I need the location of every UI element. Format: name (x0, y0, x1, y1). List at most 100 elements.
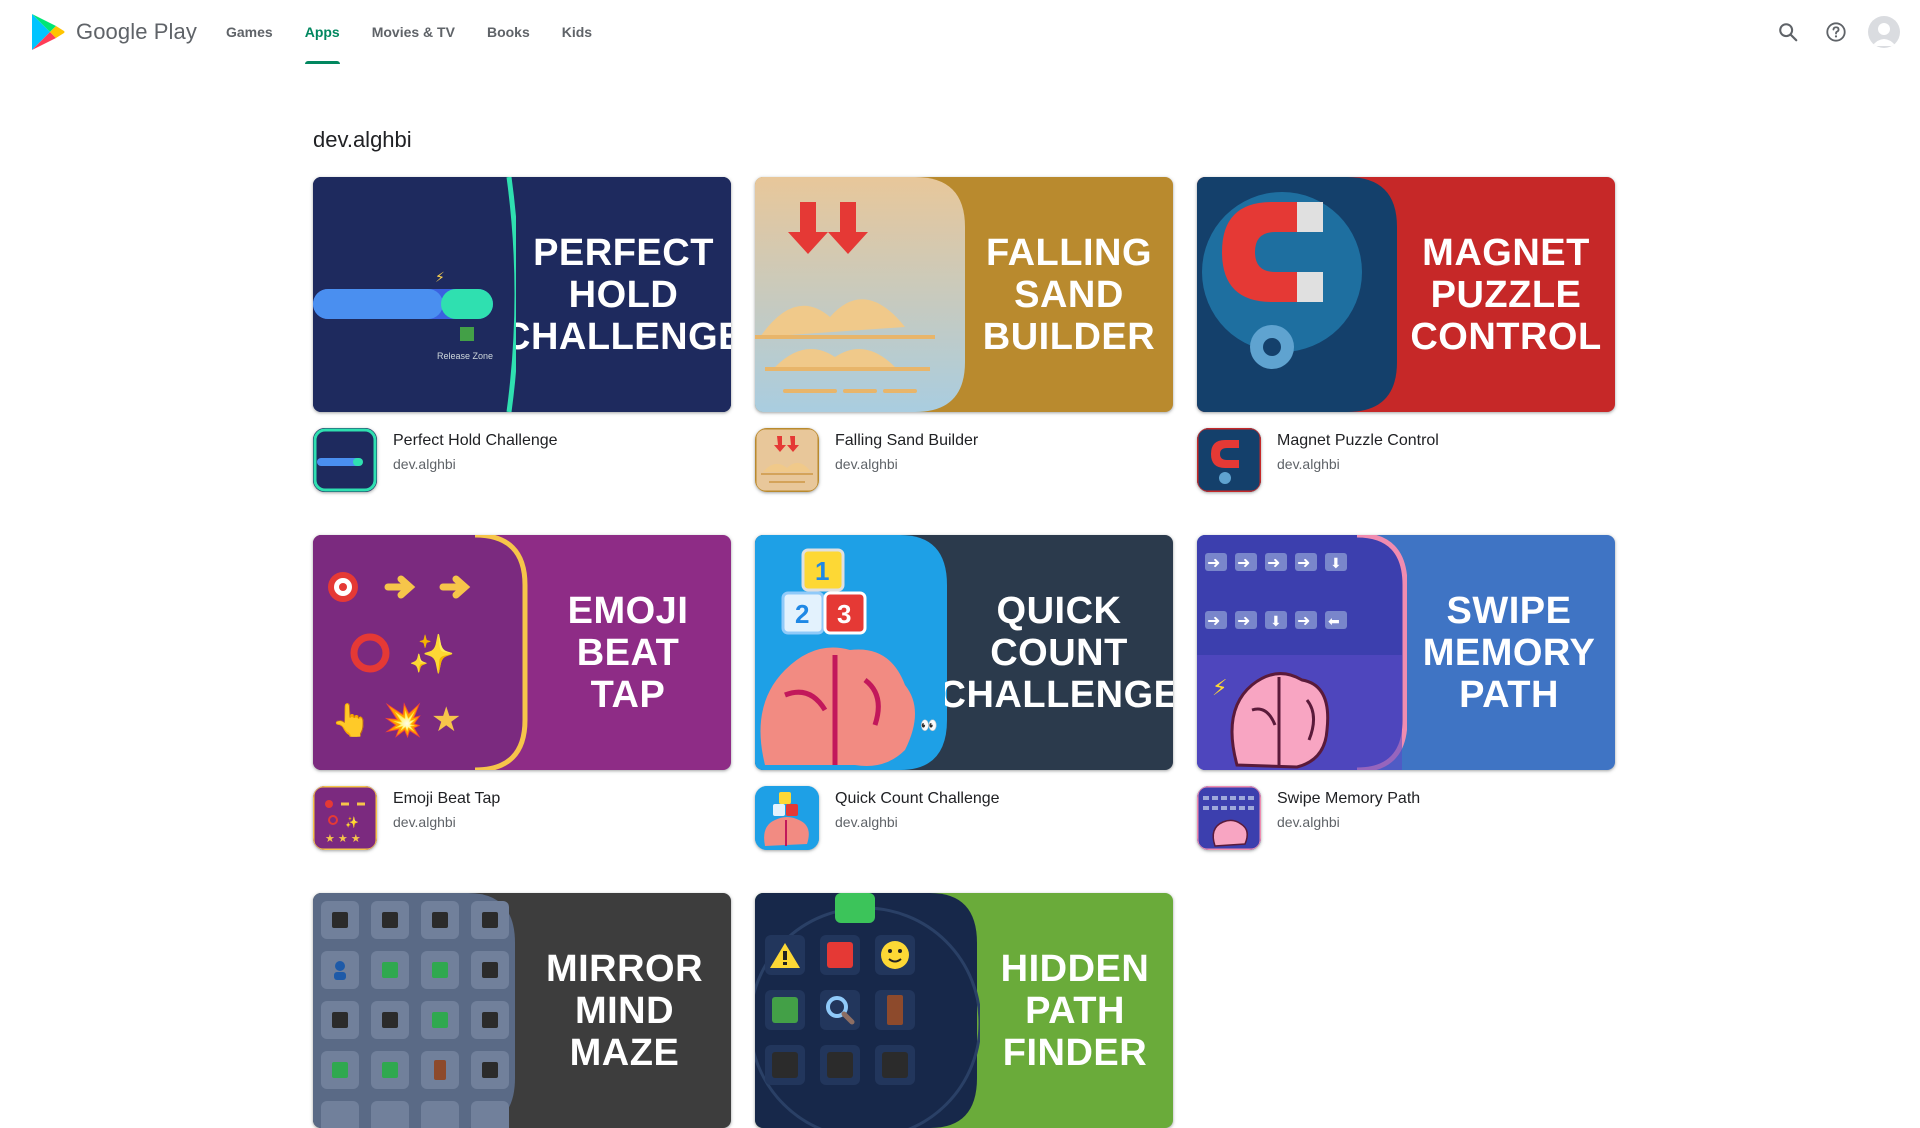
nav-tab-books[interactable]: Books (471, 0, 546, 64)
app-meta: Swipe Memory Path dev.alghbi (1197, 786, 1615, 850)
app-banner[interactable]: ✨ 👆 💥 ★ EMOJI BEAT TAP (313, 535, 731, 770)
app-developer[interactable]: dev.alghbi (393, 454, 558, 474)
maze-grid-illustration (313, 893, 515, 1128)
svg-text:👀: 👀 (920, 717, 937, 733)
quick-count-app-icon (755, 786, 819, 850)
banner-title: HIDDEN PATH FINDER (1000, 947, 1150, 1074)
nav-tab-games[interactable]: Games (210, 0, 289, 64)
brand-name: Google Play (76, 19, 197, 44)
svg-text:1: 1 (815, 556, 829, 586)
app-developer[interactable]: dev.alghbi (1277, 454, 1439, 474)
app-meta: Magnet Puzzle Control dev.alghbi (1197, 428, 1615, 492)
app-card[interactable]: 1 2 3 👀 QUICK COUNT CHALLENGE Quick Coun… (755, 535, 1173, 850)
svg-text:⬇: ⬇ (1330, 555, 1342, 571)
search-button[interactable] (1768, 12, 1808, 52)
svg-text:★ ★ ★: ★ ★ ★ (325, 833, 361, 845)
banner-title: SWIPE MEMORY PATH (1422, 589, 1596, 716)
svg-text:⚡: ⚡ (435, 269, 445, 285)
account-button[interactable] (1864, 12, 1904, 52)
play-triangle-icon (32, 14, 65, 50)
user-silhouette-icon (1872, 23, 1896, 46)
banner-title: PERFECT HOLD CHALLENGE (516, 177, 731, 412)
svg-text:➜: ➜ (1237, 613, 1250, 630)
svg-text:➜: ➜ (1207, 613, 1220, 630)
brain-blocks-illustration: 1 2 3 👀 (755, 535, 947, 770)
app-developer[interactable]: dev.alghbi (393, 812, 500, 832)
app-icon[interactable] (755, 428, 819, 492)
app-name[interactable]: Quick Count Challenge (835, 788, 1000, 810)
apps-grid: ⚡ Release Zone PERFECT HOLD CHALLENGE Pe… (313, 177, 1615, 1128)
app-icon[interactable]: ✨ ★ ★ ★ (313, 786, 377, 850)
app-banner[interactable]: MAGNET PUZZLE CONTROL (1197, 177, 1615, 412)
app-card[interactable]: ➜ ➜ ➜ ➜ ⬇ ➜ ➜ ⬇ ➜ ⬅ ⚡ SWIPE MEMORY PATH (1197, 535, 1615, 850)
top-app-bar: Google Play Games Apps Movies & TV Books… (0, 0, 1920, 64)
svg-text:⬇: ⬇ (1270, 613, 1282, 629)
google-play-logo[interactable]: Google Play (30, 12, 197, 52)
app-name[interactable]: Perfect Hold Challenge (393, 430, 558, 452)
app-developer[interactable]: dev.alghbi (835, 454, 978, 474)
app-meta: Perfect Hold Challenge dev.alghbi (313, 428, 731, 492)
banner-title: QUICK COUNT CHALLENGE (945, 589, 1173, 716)
app-card[interactable]: MIRROR MIND MAZE (313, 893, 731, 1128)
app-name[interactable]: Falling Sand Builder (835, 430, 978, 452)
app-banner[interactable]: MIRROR MIND MAZE (313, 893, 731, 1128)
app-banner[interactable]: FALLING SAND BUILDER (755, 177, 1173, 412)
svg-text:⚡: ⚡ (1212, 675, 1227, 700)
swipe-arrows-illustration: ➜ ➜ ➜ ➜ ⬇ ➜ ➜ ⬇ ➜ ⬅ ⚡ (1197, 535, 1407, 770)
svg-text:Release Zone: Release Zone (437, 351, 493, 361)
svg-text:2: 2 (795, 599, 809, 629)
app-icon[interactable] (313, 428, 377, 492)
app-icon[interactable] (755, 786, 819, 850)
banner-title: FALLING SAND BUILDER (982, 231, 1156, 358)
app-meta: Quick Count Challenge dev.alghbi (755, 786, 1173, 850)
app-icon[interactable] (1197, 786, 1261, 850)
banner-title: MIRROR MIND MAZE (545, 947, 704, 1074)
app-icon[interactable] (1197, 428, 1261, 492)
magnet-illustration (1197, 177, 1397, 412)
svg-text:★: ★ (431, 701, 461, 739)
search-icon (1779, 23, 1798, 42)
svg-text:➜: ➜ (1267, 555, 1280, 572)
developer-page-title: dev.alghbi (313, 127, 412, 152)
app-card[interactable]: FALLING SAND BUILDER Falling Sand Builde… (755, 177, 1173, 492)
svg-text:⬅: ⬅ (1328, 613, 1340, 629)
nav-tab-movies-tv[interactable]: Movies & TV (356, 0, 471, 64)
banner-title: MAGNET PUZZLE CONTROL (1410, 231, 1602, 358)
svg-text:👆: 👆 (331, 702, 371, 738)
hold-bar-app-icon (313, 428, 377, 492)
emoji-beat-app-icon: ✨ ★ ★ ★ (313, 786, 377, 850)
magnet-app-icon (1197, 428, 1261, 492)
hold-bar-illustration: ⚡ Release Zone (313, 177, 520, 412)
emoji-grid-illustration: ✨ 👆 💥 ★ (313, 535, 528, 770)
banner-title: EMOJI BEAT TAP (567, 589, 689, 716)
app-banner[interactable]: HIDDEN PATH FINDER (755, 893, 1173, 1128)
svg-text:➜: ➜ (1297, 613, 1310, 630)
svg-text:➜: ➜ (1297, 555, 1310, 572)
app-meta: Falling Sand Builder dev.alghbi (755, 428, 1173, 492)
app-banner[interactable]: 1 2 3 👀 QUICK COUNT CHALLENGE (755, 535, 1173, 770)
hidden-path-illustration (755, 893, 980, 1128)
nav-tab-kids[interactable]: Kids (546, 0, 608, 64)
falling-sand-app-icon (755, 428, 819, 492)
header-actions (1768, 12, 1904, 52)
svg-text:3: 3 (837, 599, 851, 629)
main-nav: Games Apps Movies & TV Books Kids (210, 0, 608, 64)
help-button[interactable] (1816, 12, 1856, 52)
app-banner[interactable]: ⚡ Release Zone PERFECT HOLD CHALLENGE (313, 177, 731, 412)
app-name[interactable]: Emoji Beat Tap (393, 788, 500, 810)
app-card[interactable]: MAGNET PUZZLE CONTROL Magnet Puzzle Cont… (1197, 177, 1615, 492)
app-banner[interactable]: ➜ ➜ ➜ ➜ ⬇ ➜ ➜ ⬇ ➜ ⬅ ⚡ SWIPE MEMORY PATH (1197, 535, 1615, 770)
help-icon (1826, 22, 1846, 42)
sand-dunes-illustration (755, 177, 965, 412)
app-card[interactable]: ✨ 👆 💥 ★ EMOJI BEAT TAP ✨ ★ ★ ★ Emoji Bea… (313, 535, 731, 850)
svg-text:✨: ✨ (345, 816, 359, 829)
svg-text:➜: ➜ (1237, 555, 1250, 572)
app-name[interactable]: Swipe Memory Path (1277, 788, 1420, 810)
app-card[interactable]: HIDDEN PATH FINDER (755, 893, 1173, 1128)
app-developer[interactable]: dev.alghbi (835, 812, 1000, 832)
app-card[interactable]: ⚡ Release Zone PERFECT HOLD CHALLENGE Pe… (313, 177, 731, 492)
app-developer[interactable]: dev.alghbi (1277, 812, 1420, 832)
nav-tab-apps[interactable]: Apps (289, 0, 356, 64)
app-name[interactable]: Magnet Puzzle Control (1277, 430, 1439, 452)
svg-text:💥: 💥 (383, 702, 423, 739)
